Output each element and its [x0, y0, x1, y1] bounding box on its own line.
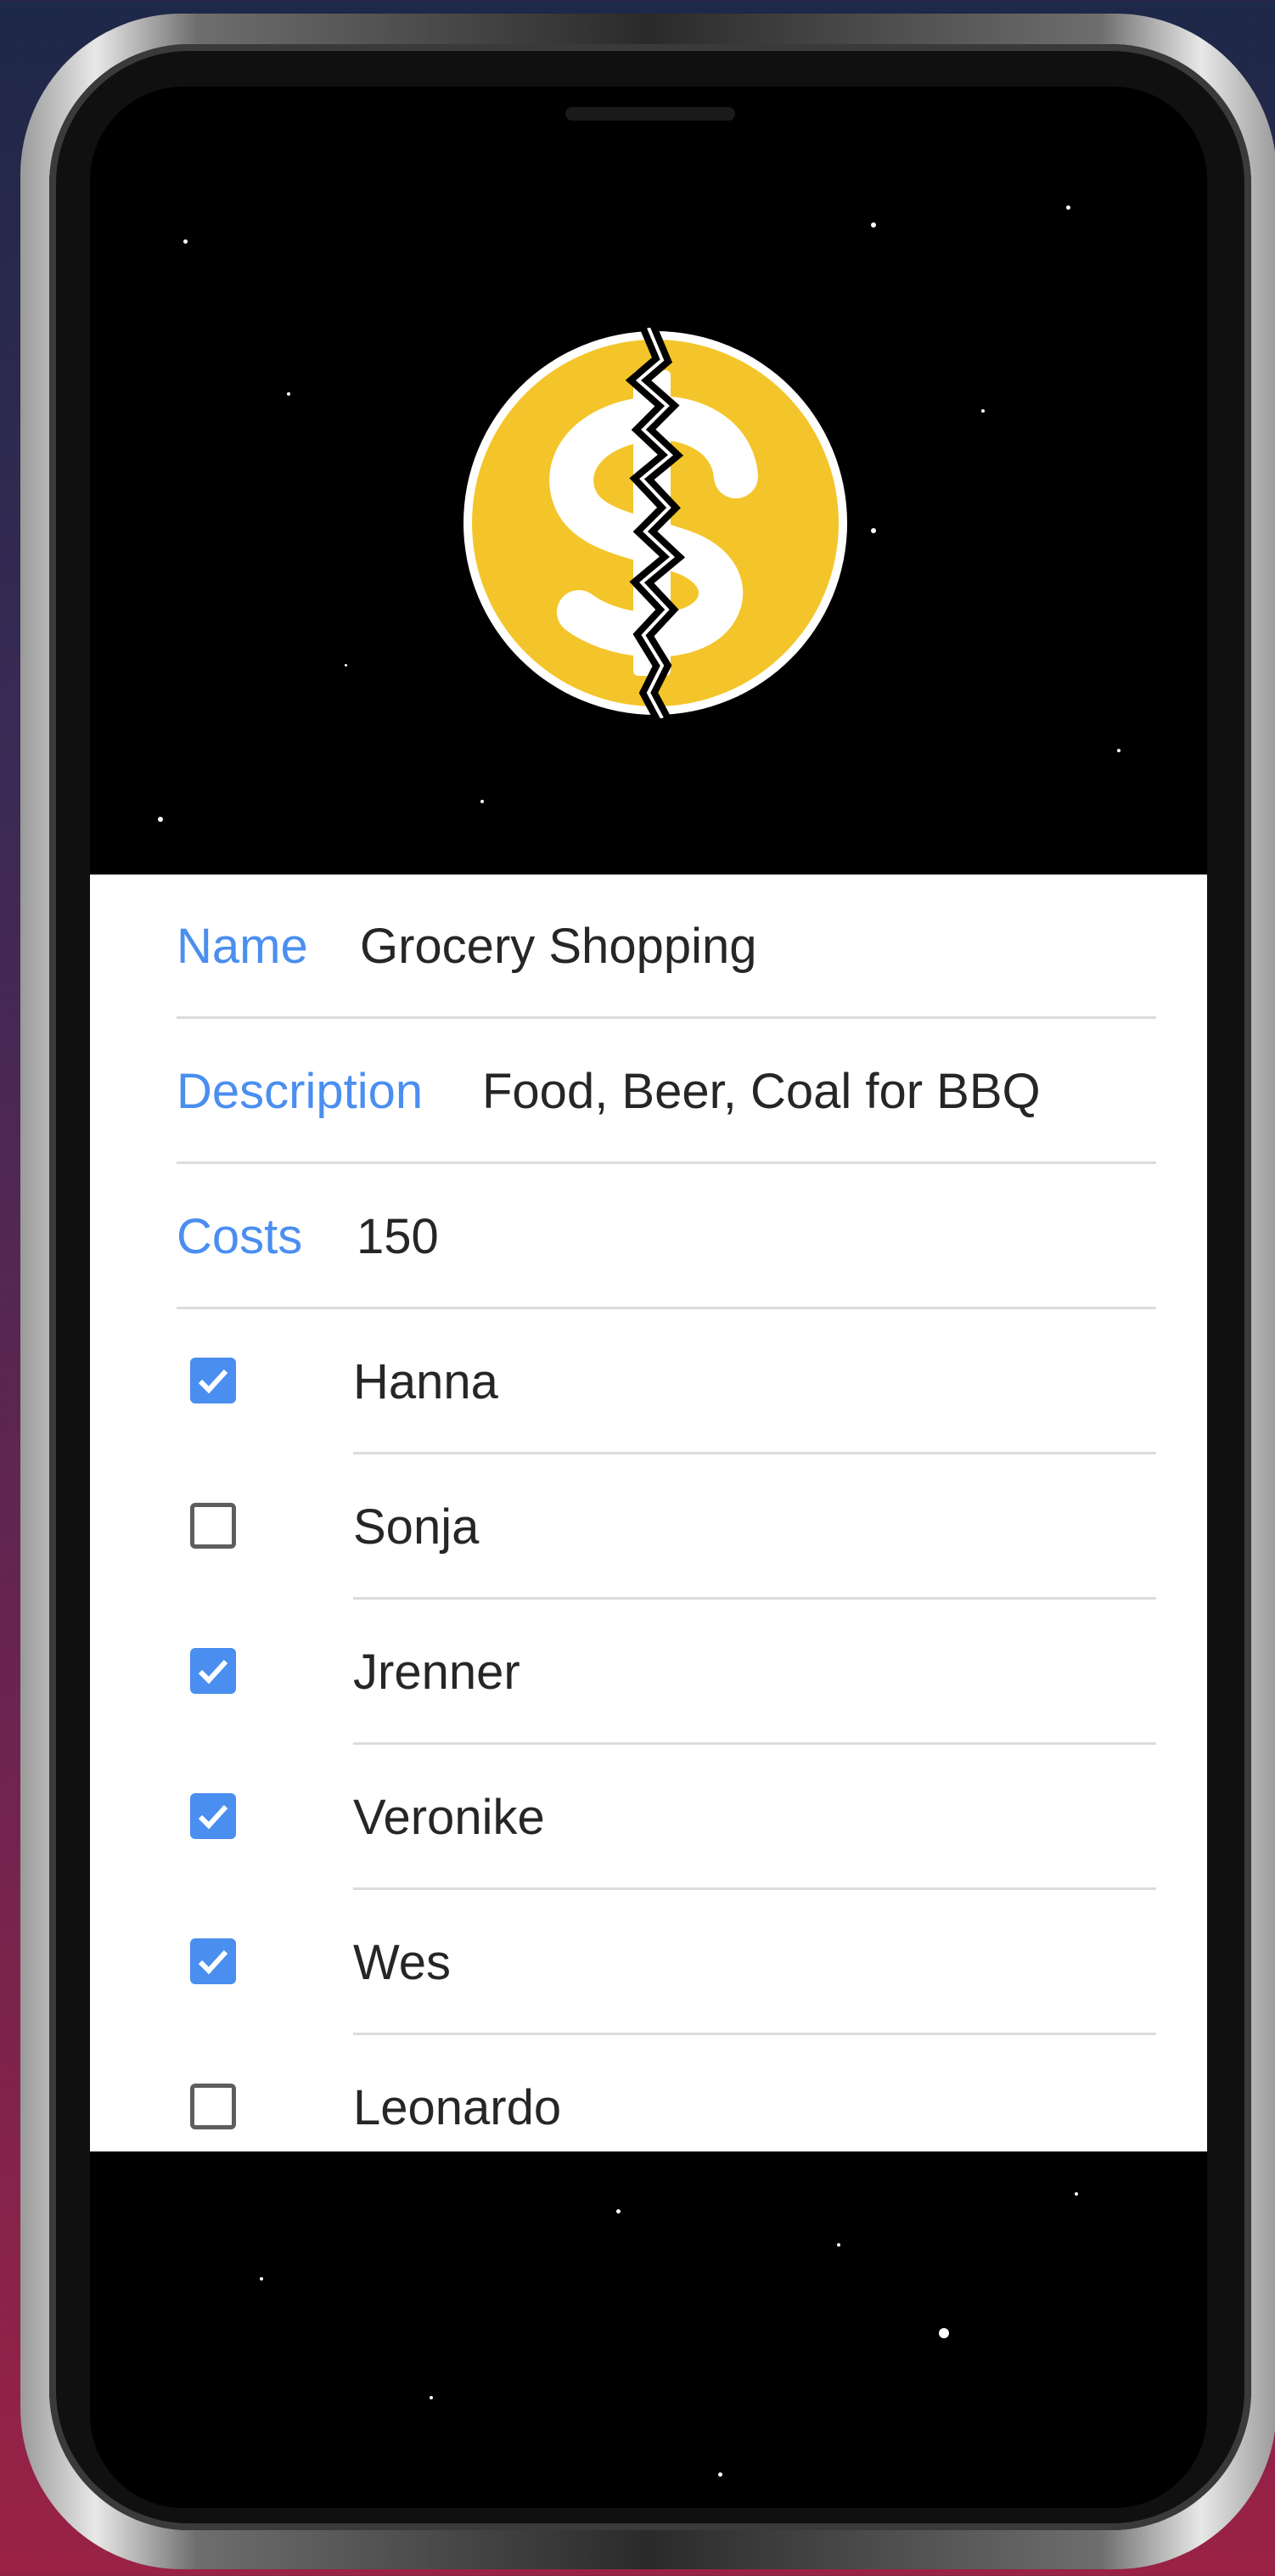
divider: [177, 1016, 1156, 1019]
costs-label: Costs: [177, 1209, 303, 1264]
participant-name: Hanna: [353, 1354, 498, 1409]
expense-form: Name Grocery Shopping Description Food, …: [90, 875, 1207, 2151]
cracked-dollar-coin-icon: [463, 328, 847, 718]
star: [345, 664, 347, 666]
star: [837, 2243, 840, 2247]
participant-row[interactable]: Jrenner: [90, 1600, 1207, 1745]
description-field[interactable]: Food, Beer, Coal for BBQ: [482, 1062, 1041, 1122]
checkbox-checked-icon[interactable]: [190, 1358, 236, 1403]
star: [718, 2472, 722, 2477]
name-label: Name: [177, 919, 308, 974]
divider: [353, 1887, 1156, 1890]
name-field[interactable]: Grocery Shopping: [360, 917, 756, 976]
star: [1066, 205, 1070, 210]
divider: [353, 2033, 1156, 2035]
participant-row[interactable]: Leonardo: [90, 2036, 1207, 2180]
costs-field[interactable]: 150: [357, 1207, 439, 1267]
checkbox-checked-icon[interactable]: [190, 1938, 236, 1984]
participant-row[interactable]: Sonja: [90, 1455, 1207, 1600]
participant-name: Veronike: [353, 1790, 545, 1845]
star: [871, 528, 876, 533]
checkbox-checked-icon[interactable]: [190, 1648, 236, 1694]
divider: [353, 1597, 1156, 1600]
star: [1075, 2192, 1078, 2196]
star: [183, 239, 188, 244]
participant-name: Jrenner: [353, 1645, 520, 1700]
star: [981, 409, 985, 413]
speaker-grille: [565, 107, 735, 121]
star: [430, 2396, 433, 2399]
description-label: Description: [177, 1064, 424, 1119]
notch: [336, 87, 964, 178]
star: [260, 2277, 263, 2281]
checkbox-checked-icon[interactable]: [190, 1793, 236, 1839]
star: [158, 817, 163, 822]
divider: [353, 1742, 1156, 1745]
star: [287, 392, 290, 396]
name-row: Name Grocery Shopping: [90, 875, 1207, 1019]
costs-row: Costs 150: [90, 1165, 1207, 1309]
participant-row[interactable]: Veronike: [90, 1746, 1207, 1890]
star: [1117, 749, 1121, 752]
participant-name: Wes: [353, 1935, 451, 1990]
divider: [353, 1452, 1156, 1454]
participant-name: Sonja: [353, 1499, 480, 1555]
participant-name: Leonardo: [353, 2080, 562, 2135]
star: [871, 222, 876, 228]
star: [616, 2209, 621, 2213]
star: [480, 800, 484, 803]
checkbox-unchecked-icon[interactable]: [190, 2084, 236, 2129]
checkbox-unchecked-icon[interactable]: [190, 1503, 236, 1549]
divider: [177, 1307, 1156, 1309]
participant-row[interactable]: Wes: [90, 1891, 1207, 2035]
star: [939, 2328, 949, 2338]
description-row: Description Food, Beer, Coal for BBQ: [90, 1020, 1207, 1164]
participant-row[interactable]: Hanna: [90, 1310, 1207, 1454]
divider: [177, 1161, 1156, 1164]
